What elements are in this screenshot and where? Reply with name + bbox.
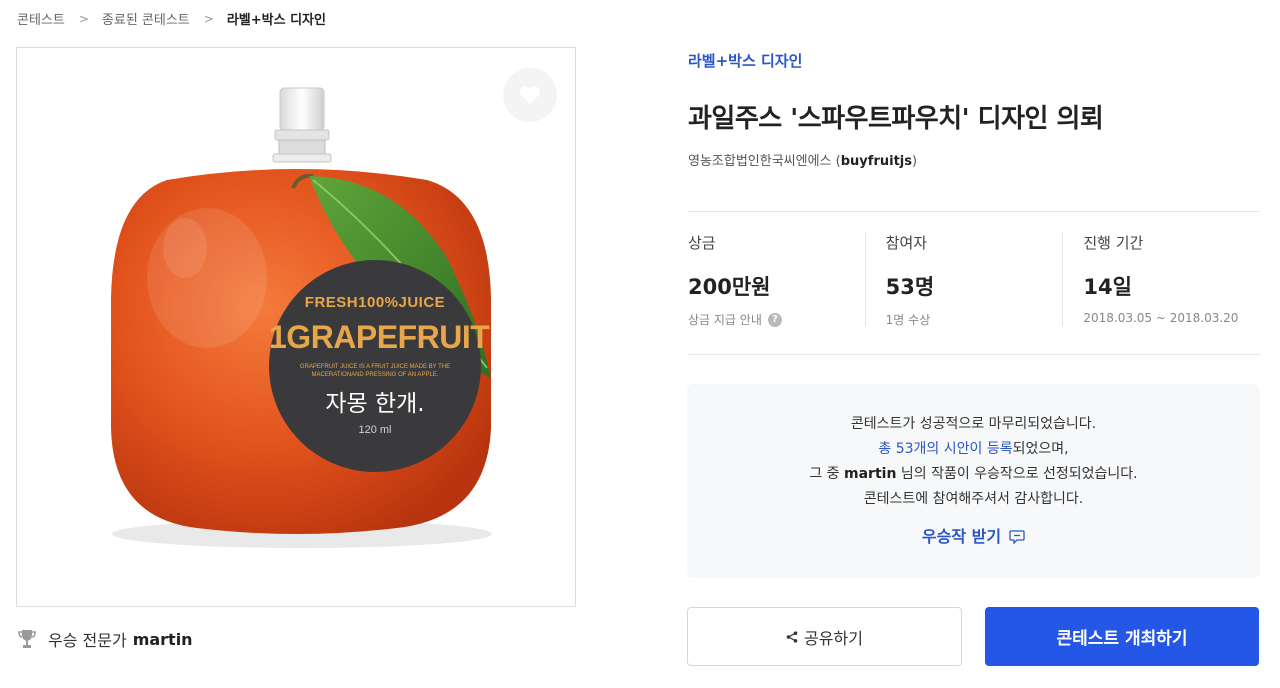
notice-line: 총 53개의 시안이 등록되었으며, <box>687 437 1260 462</box>
breadcrumb-item-contest[interactable]: 콘테스트 <box>17 9 65 28</box>
contest-complete-notice: 콘테스트가 성공적으로 마무리되었습니다. 총 53개의 시안이 등록되었으며,… <box>687 384 1260 578</box>
chevron-right-icon: > <box>203 11 214 26</box>
product-image-frame: FRESH100%JUICE 1GRAPEFRUIT GRAPEFRUIT JU… <box>16 47 576 607</box>
heart-icon <box>520 86 540 105</box>
winner-info: 우승 전문가 martin <box>18 627 193 651</box>
trophy-icon <box>18 630 36 648</box>
stat-sub-text: 1명 수상 <box>885 313 931 327</box>
label-desc-line2: MACERATIONAND PRESSING OF AN APPLE. <box>311 372 439 378</box>
stat-label: 참여자 <box>885 234 928 252</box>
stat-sub-text: 2018.03.05 ~ 2018.03.20 <box>1083 311 1239 325</box>
stat-sub-text: 상금 지급 안내 <box>688 313 762 327</box>
help-icon[interactable]: ? <box>767 312 782 327</box>
contest-host: 영농조합법인한국씨엔에스 (buyfruitjs) <box>688 150 917 169</box>
notice-line: 콘테스트가 성공적으로 마무리되었습니다. <box>850 416 1097 432</box>
breadcrumb-item-current: 라벨+박스 디자인 <box>226 13 326 28</box>
stat-period: 진행 기간 14일 2018.03.05 ~ 2018.03.20 <box>1062 232 1260 326</box>
get-winning-work-button[interactable]: 우승작 받기 <box>922 524 1025 549</box>
divider <box>688 354 1260 355</box>
stat-label: 상금 <box>688 234 716 252</box>
notice-line: 그 중 martin 님의 작품이 우승작으로 선정되었습니다. <box>687 462 1260 487</box>
label-volume-text: 120 ml <box>358 424 392 436</box>
label-desc-line1: GRAPEFRUIT JUICE IS A FRUIT JUICE MADE B… <box>299 364 451 370</box>
winner-prefix: 우승 전문가 <box>48 631 127 650</box>
share-icon <box>786 630 798 643</box>
get-winning-work-label: 우승작 받기 <box>921 527 1002 546</box>
divider <box>688 211 1260 212</box>
like-button[interactable] <box>503 68 557 122</box>
host-handle-close: ) <box>911 154 918 169</box>
chat-bubble-icon <box>1009 529 1025 544</box>
notice-winner-name: martin <box>844 466 897 482</box>
submissions-link[interactable]: 총 53개의 시안이 등록 <box>878 441 1012 457</box>
prize-payment-guide[interactable]: 상금 지급 안내 ? <box>688 311 865 328</box>
host-contest-button[interactable]: 콘테스트 개최하기 <box>985 607 1259 666</box>
label-korean-text: 자몽 한개. <box>325 391 425 417</box>
notice-text: 되었으며, <box>1012 441 1069 457</box>
host-handle: buyfruitjs <box>840 154 912 169</box>
breadcrumb-item-ended-contests[interactable]: 종료된 콘테스트 <box>102 9 190 28</box>
stat-value: 53명 <box>885 275 935 299</box>
stat-participants: 참여자 53명 1명 수상 <box>864 232 1063 327</box>
label-top-text: FRESH100%JUICE <box>304 294 446 311</box>
share-button[interactable]: 공유하기 <box>687 607 962 666</box>
share-label: 공유하기 <box>804 628 863 648</box>
stat-value: 14일 <box>1083 275 1132 299</box>
notice-line: 콘테스트에 참여해주셔서 감사합니다. <box>863 491 1084 507</box>
contest-title: 과일주스 '스파우트파우치' 디자인 의뢰 <box>688 104 1104 134</box>
label-main-text: 1GRAPEFRUIT <box>269 319 490 355</box>
host-name: 영농조합법인한국씨엔에스 <box>688 154 832 169</box>
notice-text: 그 중 <box>809 466 845 482</box>
breadcrumb: 콘테스트 > 종료된 콘테스트 > 라벨+박스 디자인 <box>17 9 326 29</box>
notice-text: 님의 작품이 우승작으로 선정되었습니다. <box>896 466 1138 482</box>
winner-name[interactable]: martin <box>133 630 193 649</box>
product-label: FRESH100%JUICE 1GRAPEFRUIT GRAPEFRUIT JU… <box>269 294 490 436</box>
contest-stats: 상금 200만원 상금 지급 안내 ? 참여자 53명 1명 수상 진행 기간 … <box>688 232 1260 328</box>
chevron-right-icon: > <box>78 11 89 26</box>
stat-prize: 상금 200만원 상금 지급 안내 ? <box>688 232 865 328</box>
stat-label: 진행 기간 <box>1083 234 1144 252</box>
stat-value: 200만원 <box>688 275 771 299</box>
host-contest-label: 콘테스트 개최하기 <box>1056 629 1188 649</box>
contest-category[interactable]: 라벨+박스 디자인 <box>688 50 802 71</box>
